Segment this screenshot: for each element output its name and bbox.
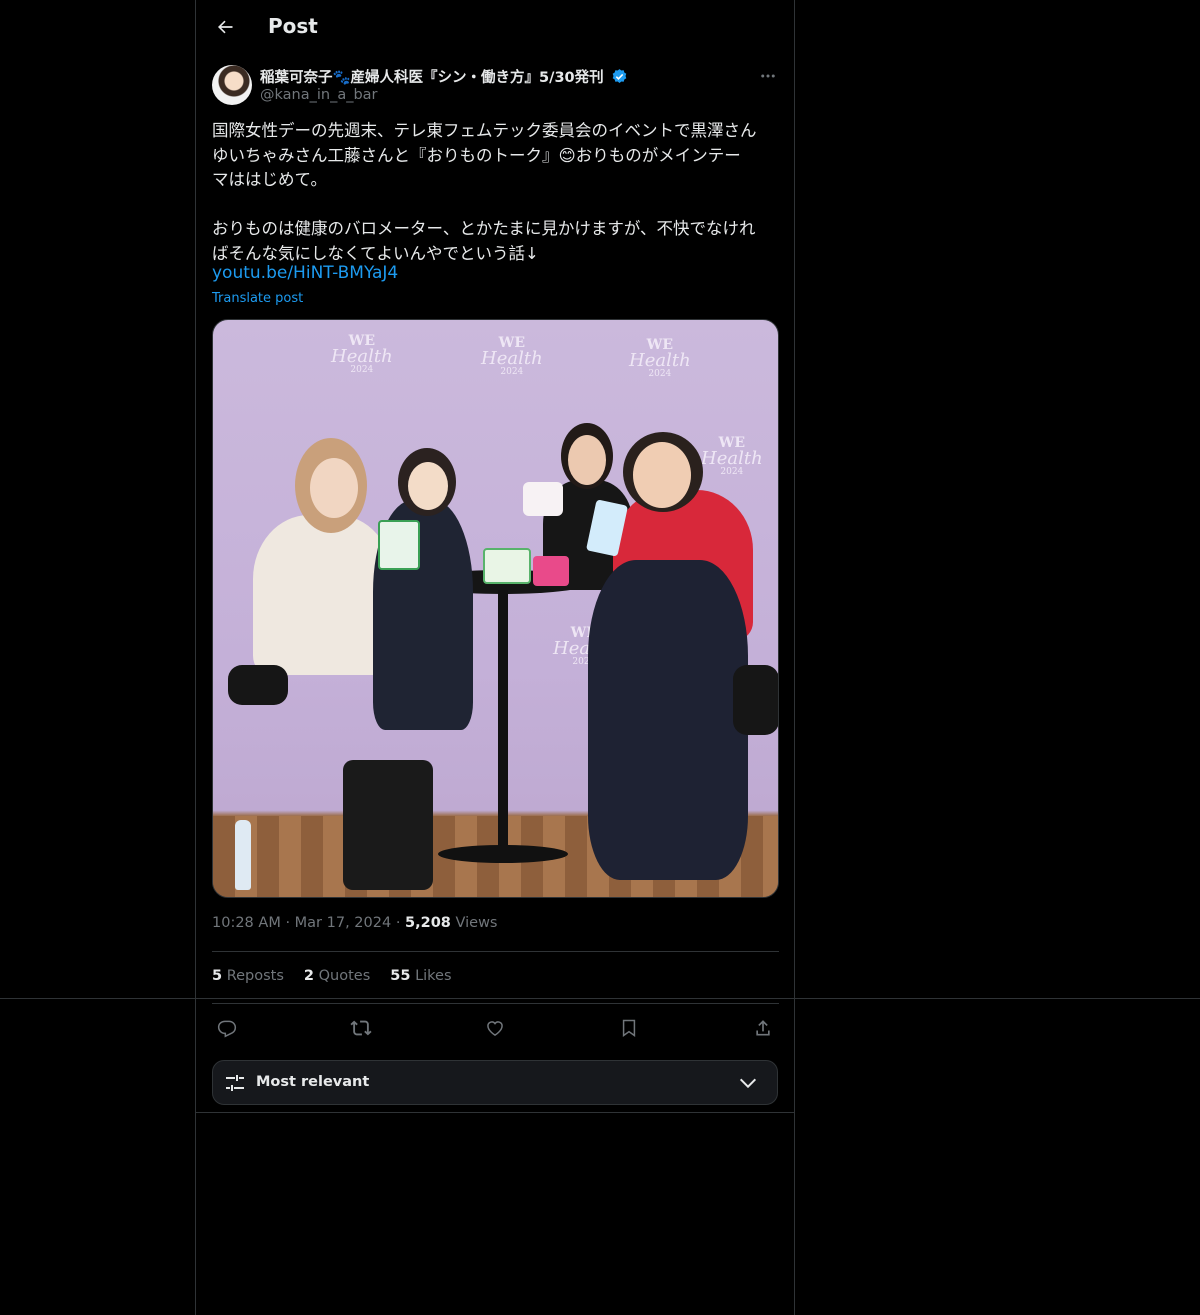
backdrop-logo: WE Health 2024: [331, 333, 393, 375]
chevron-down-icon: [737, 1072, 759, 1094]
photo-table-base: [438, 845, 568, 863]
repost-button[interactable]: [343, 1010, 379, 1046]
photo-stool: [733, 665, 778, 735]
photo-water-bottle: [235, 820, 251, 890]
author-display-name[interactable]: 稲葉可奈子🐾産婦人科医『シン・働き方』5/30発刊: [260, 66, 604, 87]
photo-person: [253, 515, 393, 675]
photo-person-face: [568, 435, 606, 485]
photo-stool: [228, 665, 288, 705]
photo-person-face: [310, 458, 358, 518]
action-bar: [212, 1010, 779, 1046]
post-header: Post: [196, 0, 795, 53]
back-button[interactable]: [208, 10, 242, 44]
photo-person-dress: [588, 560, 748, 880]
reply-button[interactable]: [209, 1010, 245, 1046]
like-button[interactable]: [477, 1010, 513, 1046]
bookmark-icon: [619, 1018, 639, 1038]
photo-person-face: [408, 462, 448, 510]
post-photo[interactable]: WE Health 2024 WE Health 2024 WE Health …: [212, 319, 779, 898]
post-meta: 10:28 AM · Mar 17, 2024 · 5,208 Views: [212, 915, 497, 931]
meta-separator: ·: [395, 915, 406, 931]
sort-label: Most relevant: [256, 1074, 370, 1090]
photo-person-legs: [343, 760, 433, 890]
post-text: 国際女性デーの先週末、テレ東フェムテック委員会のイベントで黒澤さん ゆいちゃみさ…: [212, 121, 757, 263]
bookmark-button[interactable]: [611, 1010, 647, 1046]
share-button[interactable]: [745, 1010, 781, 1046]
divider: [212, 951, 779, 952]
share-icon: [753, 1018, 773, 1038]
translate-post-link[interactable]: Translate post: [212, 291, 303, 306]
views-label: Views: [455, 915, 498, 931]
divider: [196, 1112, 795, 1113]
post-link[interactable]: youtu.be/HiNT-BMYaJ4: [212, 263, 398, 283]
photo-product-box: [483, 548, 531, 584]
photo-table-leg: [498, 590, 508, 850]
verified-badge-icon[interactable]: [611, 68, 628, 85]
photo-product-box: [533, 556, 569, 586]
post-stats: 5 Reposts 2 Quotes 55 Likes: [212, 968, 452, 984]
likes-stat[interactable]: 55 Likes: [390, 968, 451, 984]
photo-person-face: [633, 442, 691, 508]
author-name-row[interactable]: 稲葉可奈子🐾産婦人科医『シン・働き方』5/30発刊: [260, 66, 628, 87]
primary-column: Post 稲葉可奈子🐾産婦人科医『シン・働き方』5/30発刊 @kana_in_…: [195, 0, 795, 1315]
views-count: 5,208: [405, 915, 451, 931]
reposts-stat[interactable]: 5 Reposts: [212, 968, 284, 984]
sliders-icon: [223, 1071, 247, 1095]
post-time[interactable]: 10:28 AM: [212, 915, 281, 931]
meta-separator: ·: [285, 915, 295, 931]
backdrop-logo: WE Health 2024: [701, 435, 763, 477]
photo-product-box: [378, 520, 420, 570]
quotes-stat[interactable]: 2 Quotes: [304, 968, 370, 984]
backdrop-logo: WE Health 2024: [629, 337, 691, 379]
like-icon: [485, 1018, 505, 1038]
post-date[interactable]: Mar 17, 2024: [295, 915, 392, 931]
repost-icon: [350, 1017, 372, 1039]
backdrop-logo: WE Health 2024: [481, 335, 543, 377]
more-dots-icon: [759, 67, 777, 85]
author-avatar[interactable]: [212, 65, 252, 105]
divider: [212, 1003, 779, 1004]
page-title: Post: [268, 14, 318, 38]
arrow-left-icon: [215, 17, 235, 37]
reply-icon: [217, 1018, 237, 1038]
author-handle[interactable]: @kana_in_a_bar: [260, 87, 378, 103]
more-options-button[interactable]: [756, 64, 780, 88]
photo-product-box: [523, 482, 563, 516]
reply-sort-dropdown[interactable]: Most relevant: [212, 1060, 778, 1105]
